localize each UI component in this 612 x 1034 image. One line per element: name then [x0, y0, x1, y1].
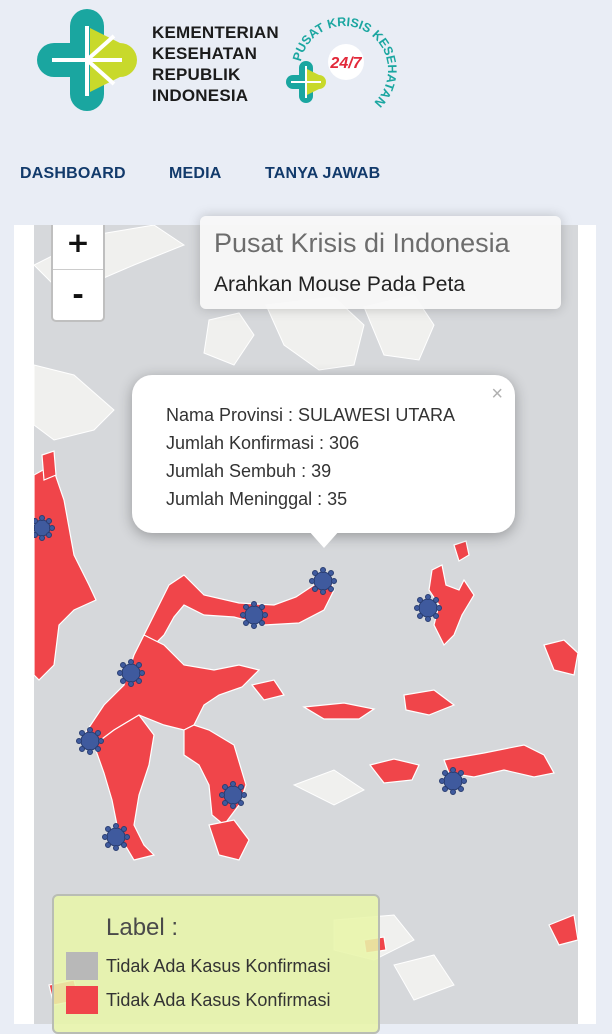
region-banggai: [250, 679, 285, 701]
legend-label: Tidak Ada Kasus Konfirmasi: [106, 990, 331, 1010]
virus-icon: [117, 659, 145, 687]
popup-tip: [308, 530, 340, 548]
zoom-control: + -: [51, 225, 105, 322]
legend-swatch-grey: [66, 952, 98, 980]
province-popup: × Nama Provinsi : SULAWESI UTARA Jumlah …: [132, 375, 515, 548]
zoom-in-button[interactable]: +: [53, 225, 103, 270]
nav-media-link[interactable]: MEDIA: [169, 165, 222, 183]
info-title: Pusat Krisis di Indonesia: [214, 228, 510, 258]
popup-recovered: Jumlah Sembuh : 39: [166, 461, 332, 481]
region-buton: [208, 819, 250, 861]
virus-icon: [309, 567, 337, 595]
ministry-line: INDONESIA: [152, 86, 249, 105]
virus-icon: [439, 767, 467, 795]
virus-icon: [240, 601, 268, 629]
pusat-krisis-logo-icon[interactable]: PUSAT KRISIS KESEHATAN 24/7: [282, 8, 402, 118]
map-info-box: Pusat Krisis di Indonesia Arahkan Mouse …: [200, 216, 561, 309]
region-papua-edge: [543, 639, 578, 676]
popup-close-button[interactable]: ×: [491, 383, 503, 406]
ministry-line: KESEHATAN: [152, 44, 258, 63]
kemenkes-logo-icon[interactable]: [34, 6, 140, 114]
zoom-out-button[interactable]: -: [53, 270, 103, 320]
ministry-line: KEMENTERIAN: [152, 23, 279, 42]
virus-icon: [102, 823, 130, 851]
map-legend: Label : Tidak Ada Kasus Konfirmasi Tidak…: [52, 894, 380, 1034]
region-south-small-3: [548, 914, 578, 946]
ministry-name: KEMENTERIAN KESEHATAN REPUBLIK INDONESIA: [152, 22, 279, 106]
legend-swatch-red: [66, 986, 98, 1014]
land-borneo-north: [34, 364, 115, 441]
crisis-badge: 24/7: [329, 55, 362, 72]
land-south-2: [393, 954, 455, 1001]
site-header: KEMENTERIAN KESEHATAN REPUBLIK INDONESIA…: [0, 0, 612, 225]
popup-content: Nama Provinsi : SULAWESI UTARA Jumlah Ko…: [166, 401, 455, 513]
land-philippines-a: [203, 312, 255, 366]
land-small-1: [292, 769, 365, 806]
ministry-line: REPUBLIK: [152, 65, 241, 84]
virus-icon: [414, 594, 442, 622]
region-morotai: [453, 540, 470, 562]
virus-icon: [76, 727, 104, 755]
virus-markers: [34, 515, 467, 851]
region-kalimantan-timur: [34, 464, 97, 681]
virus-icon: [34, 515, 55, 541]
region-sula: [302, 702, 376, 720]
popup-confirmed: Jumlah Konfirmasi : 306: [166, 433, 360, 453]
popup-province: Nama Provinsi : SULAWESI UTARA: [166, 405, 456, 425]
info-hint: Arahkan Mouse Pada Peta: [214, 273, 465, 296]
region-gorontalo-sulut: [143, 574, 335, 646]
popup-deaths: Jumlah Meninggal : 35: [166, 489, 348, 509]
region-sulawesi-tengah: [83, 634, 261, 746]
nav-tanya-jawab-link[interactable]: TANYA JAWAB: [265, 165, 380, 183]
legend-label: Tidak Ada Kasus Konfirmasi: [106, 956, 331, 976]
region-sulawesi-tenggara: [183, 724, 247, 826]
virus-icon: [219, 781, 247, 809]
region-buru-2: [368, 758, 420, 784]
region-kalimantan-utara: [41, 450, 57, 481]
region-buru: [403, 689, 456, 716]
nav-dashboard-link[interactable]: DASHBOARD: [20, 165, 126, 183]
legend-title: Label :: [106, 914, 179, 941]
